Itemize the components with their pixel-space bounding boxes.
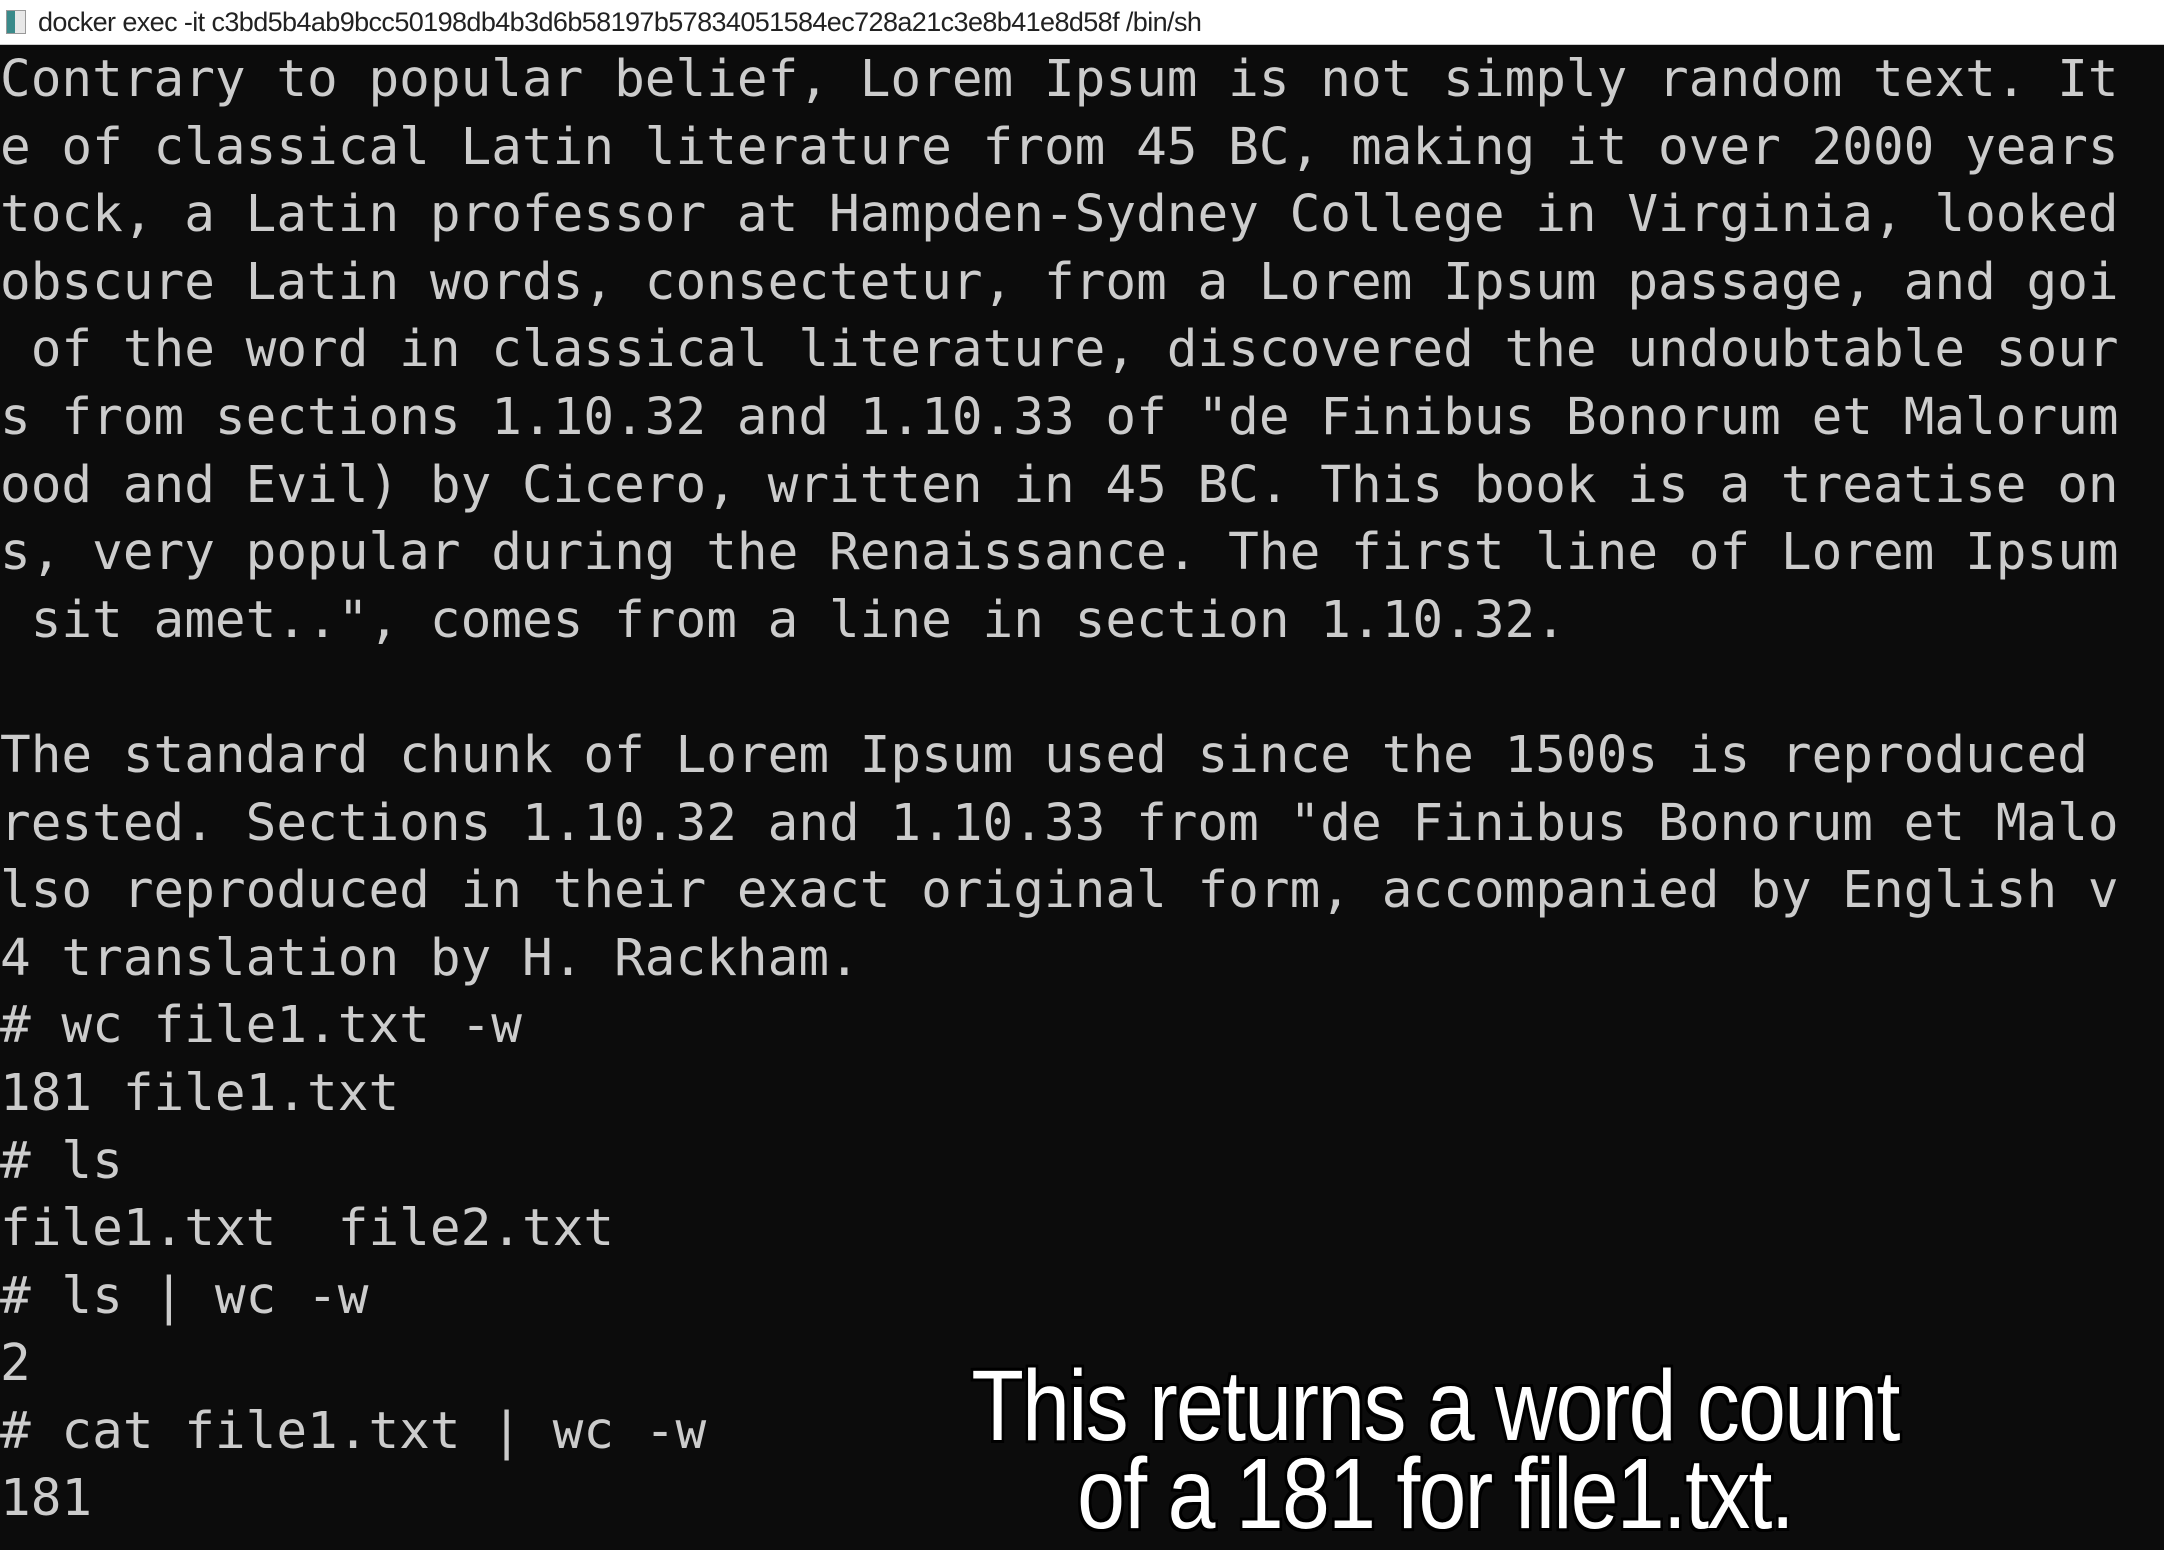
terminal-line: # wc file1.txt -w [0,996,522,1056]
terminal-line: lso reproduced in their exact original f… [0,861,2119,921]
terminal-line: # ls [0,1131,123,1191]
terminal-output[interactable]: Contrary to popular belief, Lorem Ipsum … [0,46,2164,1548]
caption-line: of a 181 for file1.txt. [1077,1438,1794,1550]
window-title: docker exec -it c3bd5b4ab9bcc50198db4b3d… [38,6,1202,37]
terminal-line: tock, a Latin professor at Hampden-Sydne… [0,185,2119,245]
terminal-line: Contrary to popular belief, Lorem Ipsum … [0,50,2119,109]
terminal-line: sit amet..", comes from a line in sectio… [0,590,1566,650]
window-title-bar[interactable]: docker exec -it c3bd5b4ab9bcc50198db4b3d… [0,0,2164,45]
terminal-line: s, very popular during the Renaissance. … [0,523,2119,583]
terminal-line: ood and Evil) by Cicero, written in 45 B… [0,455,2119,515]
terminal-line: e of classical Latin literature from 45 … [0,117,2119,177]
caption-line: This returns a word count [971,1350,1900,1462]
terminal-line: # ls | wc -w [0,1266,369,1326]
terminal-line: 181 file1.txt [0,1063,400,1123]
terminal-line: of the word in classical literature, dis… [0,320,2119,380]
terminal-app-icon [6,10,26,34]
terminal-line: file1.txt file2.txt [0,1199,615,1259]
terminal-line: 4 translation by H. Rackham. [0,928,860,988]
video-caption: This returns a word count of a 181 for f… [971,1350,1900,1550]
terminal-line: rested. Sections 1.10.32 and 1.10.33 fro… [0,793,2119,853]
terminal-line: The standard chunk of Lorem Ipsum used s… [0,725,2119,785]
terminal-line: s from sections 1.10.32 and 1.10.33 of "… [0,387,2119,447]
terminal-line: obscure Latin words, consectetur, from a… [0,252,2119,312]
